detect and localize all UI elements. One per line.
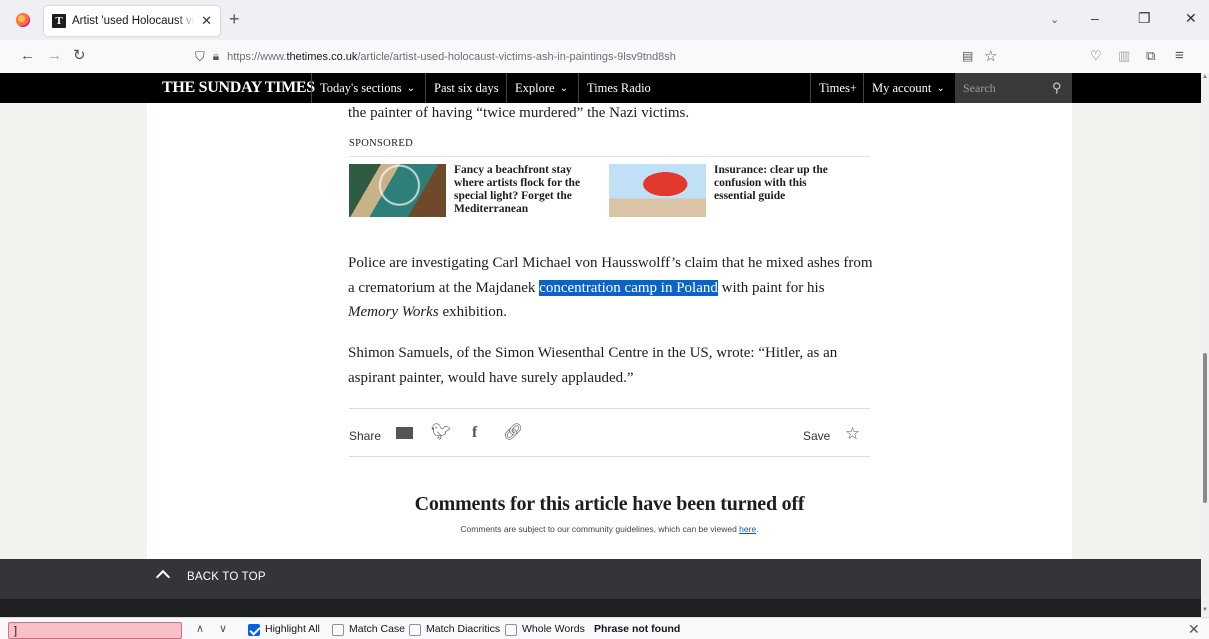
nav-times-plus[interactable]: Times+ (810, 73, 865, 103)
browser-tab[interactable]: T Artist 'used Holocaust victims' ash in… (44, 6, 220, 36)
nav-explore[interactable]: Explore ⌄ (506, 73, 576, 103)
url-bar[interactable]: ⛉ 🔒︎ https://www.thetimes.co.uk/article/… (185, 44, 1005, 69)
find-highlight: concentration camp in Poland (539, 279, 718, 296)
sponsored-image-beach[interactable] (349, 164, 446, 217)
sponsored-image-umbrella[interactable] (609, 164, 706, 217)
close-window-icon[interactable]: ✕ (1185, 11, 1197, 25)
twitter-icon[interactable]: 🐦︎ (431, 424, 451, 442)
scrollbar[interactable] (1201, 73, 1209, 617)
tab-strip: T Artist 'used Holocaust victims' ash in… (0, 0, 1209, 40)
lock-icon[interactable]: 🔒︎ (213, 49, 219, 64)
sidebar-icon[interactable]: ▥ (1118, 48, 1130, 63)
sponsored-headline[interactable]: Insurance: clear up the confusion with t… (714, 164, 844, 217)
chevron-down-icon: ⌄ (406, 82, 415, 94)
save-button[interactable]: Save (803, 429, 830, 443)
list-all-tabs-icon[interactable]: ⌄ (1050, 13, 1059, 26)
firefox-icon[interactable] (16, 13, 30, 27)
chevron-down-icon: ⌄ (559, 82, 568, 94)
highlight-all-checkbox[interactable] (248, 624, 260, 636)
match-case-label[interactable]: Match Case (349, 623, 405, 635)
chevron-down-icon: ⌄ (936, 82, 945, 94)
find-next-icon[interactable]: ∨ (219, 622, 227, 635)
tab-title: Artist 'used Holocaust victims' ash in p… (72, 15, 195, 27)
forward-icon[interactable]: → (47, 48, 62, 63)
divider (349, 456, 870, 457)
sponsored-label: SPONSORED (349, 138, 413, 149)
navigation-toolbar: ← → ↻ ⛉ 🔒︎ https://www.thetimes.co.uk/ar… (0, 40, 1209, 73)
scroll-up-icon[interactable]: ▲ (1202, 74, 1208, 80)
chevron-up-icon (155, 569, 171, 585)
find-bar: ∧ ∨ Highlight All Match Case Match Diacr… (0, 617, 1209, 639)
tab-close-icon[interactable]: ✕ (201, 13, 212, 29)
search-icon[interactable]: ⚲ (1052, 80, 1062, 96)
article-paragraph: Shimon Samuels, of the Simon Wiesenthal … (348, 345, 838, 386)
pocket-icon[interactable]: ♡ (1090, 48, 1102, 63)
restore-icon[interactable]: ❐ (1138, 11, 1151, 25)
site-search-input[interactable] (963, 80, 1043, 96)
reload-icon[interactable]: ↻ (73, 48, 86, 63)
reader-view-icon[interactable]: ▤ (962, 49, 973, 63)
close-findbar-icon[interactable]: ✕ (1188, 621, 1200, 638)
find-previous-icon[interactable]: ∧ (196, 622, 204, 635)
times-favicon-icon: T (52, 14, 66, 28)
back-to-top-bar[interactable]: BACK TO TOP (0, 559, 1201, 599)
bookmark-star-icon[interactable]: ☆ (984, 47, 997, 65)
sponsored-headline[interactable]: Fancy a beachfront stay where artists fl… (454, 164, 599, 217)
link-icon[interactable]: 🔗︎ (503, 424, 523, 442)
facebook-icon[interactable]: f (472, 424, 477, 442)
comments-heading: Comments for this article have been turn… (414, 493, 805, 515)
share-label: Share (349, 429, 382, 443)
scroll-down-icon[interactable]: ▼ (1202, 607, 1208, 613)
divider (349, 408, 870, 409)
back-to-top-button[interactable]: BACK TO TOP (187, 571, 266, 583)
nav-my-account[interactable]: My account ⌄ (863, 73, 953, 103)
footer (0, 599, 1201, 617)
match-diacritics-checkbox[interactable] (409, 624, 421, 636)
divider (349, 156, 870, 157)
nav-past-six-days[interactable]: Past six days (425, 73, 507, 103)
url-text[interactable]: https://www.thetimes.co.uk/article/artis… (227, 51, 676, 63)
find-status: Phrase not found (594, 623, 681, 635)
email-icon[interactable] (396, 427, 413, 439)
site-logo[interactable]: THE SUNDAY TIMES (162, 79, 315, 97)
nav-todays-sections[interactable]: Today's sections ⌄ (311, 73, 423, 103)
new-tab-icon[interactable]: + (229, 10, 240, 28)
shield-icon[interactable]: ⛉ (195, 49, 205, 65)
extensions-icon[interactable]: ⧉ (1146, 48, 1155, 63)
menu-icon[interactable]: ≡ (1175, 48, 1184, 63)
save-star-icon[interactable]: ☆ (845, 424, 860, 444)
match-diacritics-label[interactable]: Match Diacritics (426, 623, 500, 635)
comments-note: Comments are subject to our community gu… (460, 524, 759, 534)
scrollbar-thumb[interactable] (1203, 353, 1207, 503)
whole-words-label[interactable]: Whole Words (522, 623, 585, 635)
find-input[interactable] (8, 622, 182, 639)
whole-words-checkbox[interactable] (505, 624, 517, 636)
web-page: the painter of having “twice murdered” t… (0, 73, 1209, 617)
sponsored-card-beach[interactable]: Fancy a beachfront stay where artists fl… (349, 164, 599, 217)
match-case-checkbox[interactable] (332, 624, 344, 636)
back-icon[interactable]: ← (20, 48, 35, 63)
sponsored-card-insurance[interactable]: Insurance: clear up the confusion with t… (609, 164, 844, 217)
nav-times-radio[interactable]: Times Radio (578, 73, 659, 103)
article-clipped-line: the painter of having “twice murdered” t… (348, 105, 690, 121)
minimize-icon[interactable]: – (1091, 11, 1099, 25)
article-paragraph: Police are investigating Carl Michael vo… (348, 255, 873, 320)
guidelines-link[interactable]: here (739, 524, 756, 534)
site-masthead: THE SUNDAY TIMES Today's sections ⌄ Past … (0, 73, 1201, 103)
highlight-all-label[interactable]: Highlight All (265, 623, 320, 635)
